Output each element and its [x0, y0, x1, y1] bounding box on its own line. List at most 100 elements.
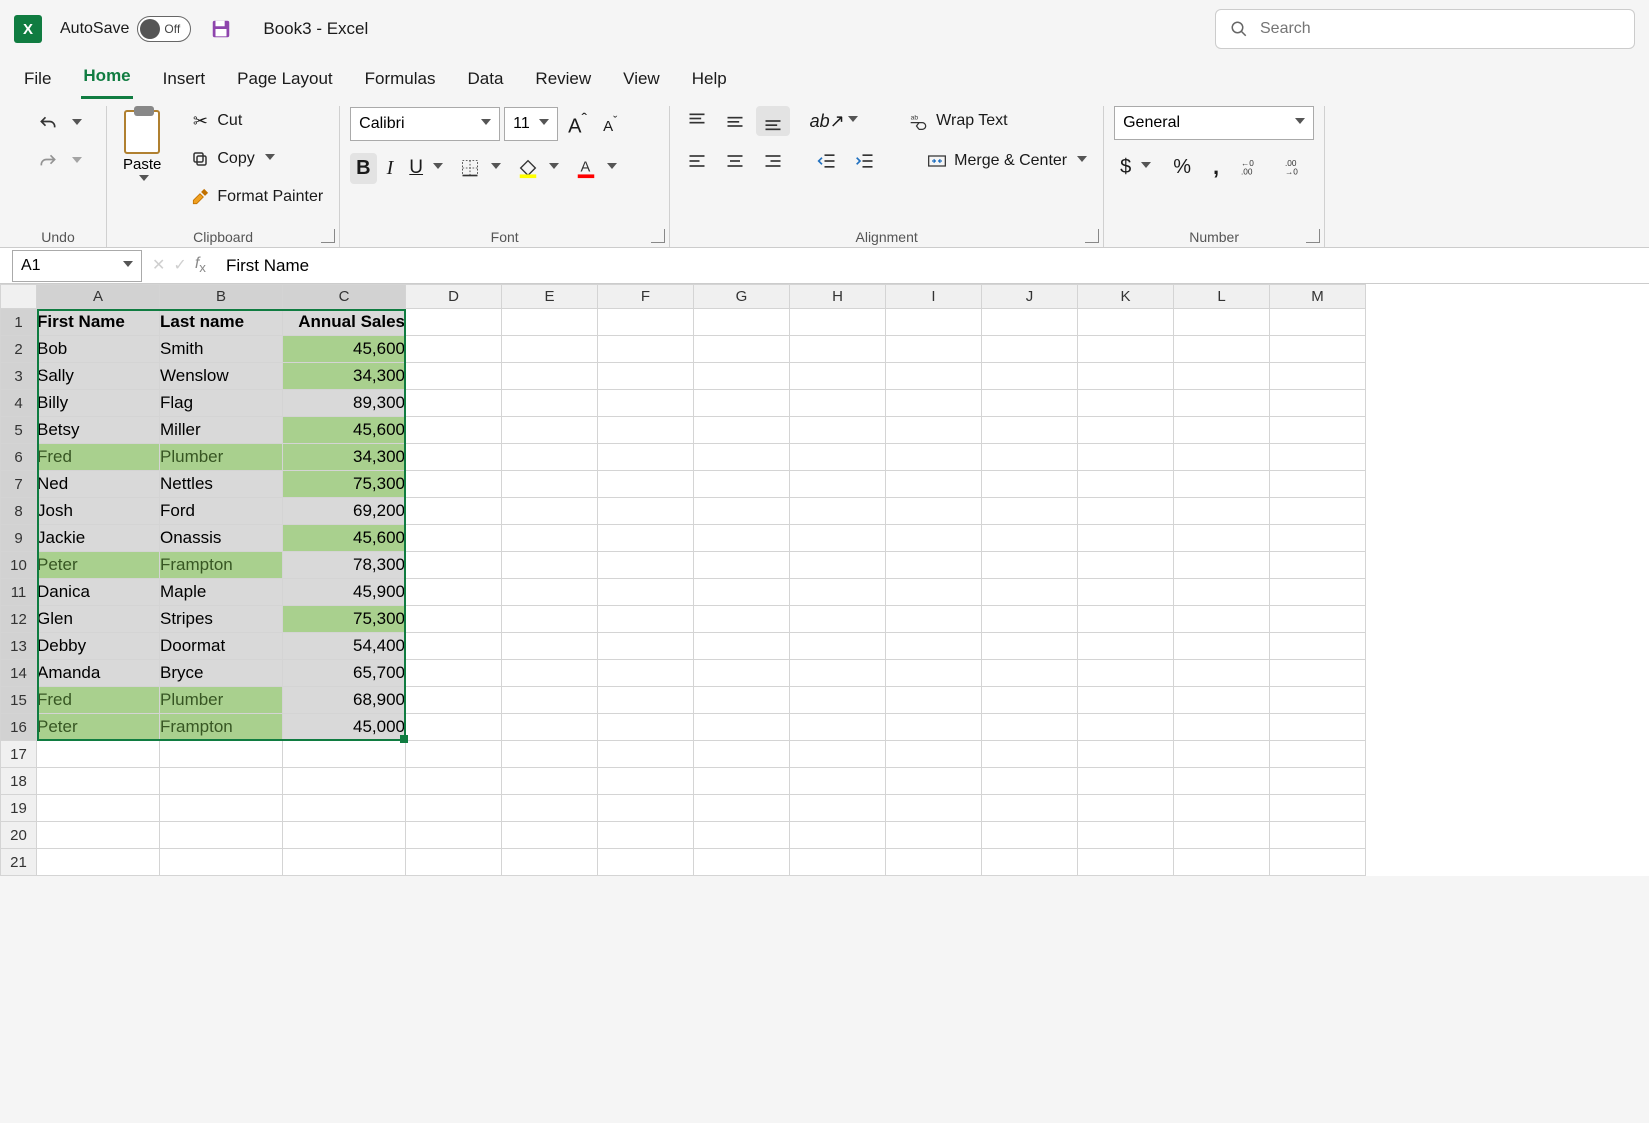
cell-H21[interactable]	[790, 849, 886, 876]
font-dialog-launcher[interactable]	[651, 229, 665, 243]
cell-I6[interactable]	[886, 444, 982, 471]
cell-F12[interactable]	[598, 606, 694, 633]
cell-J12[interactable]	[982, 606, 1078, 633]
cell-K4[interactable]	[1078, 390, 1174, 417]
row-header-20[interactable]: 20	[1, 822, 37, 849]
cell-M17[interactable]	[1270, 741, 1366, 768]
cell-I12[interactable]	[886, 606, 982, 633]
cell-K7[interactable]	[1078, 471, 1174, 498]
cell-J18[interactable]	[982, 768, 1078, 795]
cell-H18[interactable]	[790, 768, 886, 795]
cell-D13[interactable]	[406, 633, 502, 660]
cell-B9[interactable]: Onassis	[160, 525, 283, 552]
cell-G6[interactable]	[694, 444, 790, 471]
number-dialog-launcher[interactable]	[1306, 229, 1320, 243]
cancel-formula-button[interactable]: ✕	[152, 255, 165, 275]
cell-D16[interactable]	[406, 714, 502, 741]
cell-K18[interactable]	[1078, 768, 1174, 795]
cell-K8[interactable]	[1078, 498, 1174, 525]
orientation-button[interactable]: ab↗	[810, 106, 864, 136]
cell-A4[interactable]: Billy	[37, 390, 160, 417]
cell-L13[interactable]	[1174, 633, 1270, 660]
cell-M8[interactable]	[1270, 498, 1366, 525]
cell-C2[interactable]: 45,600	[283, 336, 406, 363]
cell-B1[interactable]: Last name	[160, 309, 283, 336]
row-header-4[interactable]: 4	[1, 390, 37, 417]
row-header-5[interactable]: 5	[1, 417, 37, 444]
tab-help[interactable]: Help	[690, 61, 729, 99]
cell-M7[interactable]	[1270, 471, 1366, 498]
cell-M18[interactable]	[1270, 768, 1366, 795]
cell-I3[interactable]	[886, 363, 982, 390]
cell-E17[interactable]	[502, 741, 598, 768]
cell-I19[interactable]	[886, 795, 982, 822]
cell-I11[interactable]	[886, 579, 982, 606]
column-header-B[interactable]: B	[160, 285, 283, 309]
cell-B18[interactable]	[160, 768, 283, 795]
cell-B21[interactable]	[160, 849, 283, 876]
cell-G19[interactable]	[694, 795, 790, 822]
undo-button[interactable]	[28, 110, 88, 138]
cell-M9[interactable]	[1270, 525, 1366, 552]
cell-L8[interactable]	[1174, 498, 1270, 525]
cell-J15[interactable]	[982, 687, 1078, 714]
row-header-21[interactable]: 21	[1, 849, 37, 876]
cell-C8[interactable]: 69,200	[283, 498, 406, 525]
cell-D7[interactable]	[406, 471, 502, 498]
cell-E13[interactable]	[502, 633, 598, 660]
cell-B13[interactable]: Doormat	[160, 633, 283, 660]
cell-H16[interactable]	[790, 714, 886, 741]
cell-C10[interactable]: 78,300	[283, 552, 406, 579]
row-header-12[interactable]: 12	[1, 606, 37, 633]
cell-I7[interactable]	[886, 471, 982, 498]
cell-H14[interactable]	[790, 660, 886, 687]
cell-F10[interactable]	[598, 552, 694, 579]
cell-B20[interactable]	[160, 822, 283, 849]
cell-C13[interactable]: 54,400	[283, 633, 406, 660]
column-header-L[interactable]: L	[1174, 285, 1270, 309]
row-header-19[interactable]: 19	[1, 795, 37, 822]
cell-D12[interactable]	[406, 606, 502, 633]
cell-L17[interactable]	[1174, 741, 1270, 768]
cell-B15[interactable]: Plumber	[160, 687, 283, 714]
cell-F11[interactable]	[598, 579, 694, 606]
cell-C6[interactable]: 34,300	[283, 444, 406, 471]
cell-K13[interactable]	[1078, 633, 1174, 660]
cell-C12[interactable]: 75,300	[283, 606, 406, 633]
cell-K3[interactable]	[1078, 363, 1174, 390]
cell-D1[interactable]	[406, 309, 502, 336]
cell-H11[interactable]	[790, 579, 886, 606]
column-header-F[interactable]: F	[598, 285, 694, 309]
comma-format-button[interactable]: ,	[1207, 150, 1225, 184]
cell-D5[interactable]	[406, 417, 502, 444]
select-all-corner[interactable]	[1, 285, 37, 309]
cell-J8[interactable]	[982, 498, 1078, 525]
cell-B3[interactable]: Wenslow	[160, 363, 283, 390]
cell-D20[interactable]	[406, 822, 502, 849]
cell-G21[interactable]	[694, 849, 790, 876]
cell-F1[interactable]	[598, 309, 694, 336]
borders-button[interactable]	[453, 153, 507, 183]
cell-C17[interactable]	[283, 741, 406, 768]
cell-D3[interactable]	[406, 363, 502, 390]
cell-L11[interactable]	[1174, 579, 1270, 606]
cell-M2[interactable]	[1270, 336, 1366, 363]
cell-D2[interactable]	[406, 336, 502, 363]
cell-I2[interactable]	[886, 336, 982, 363]
cell-H5[interactable]	[790, 417, 886, 444]
cell-D14[interactable]	[406, 660, 502, 687]
increase-indent-button[interactable]	[848, 146, 882, 176]
cell-E16[interactable]	[502, 714, 598, 741]
cell-H20[interactable]	[790, 822, 886, 849]
tab-data[interactable]: Data	[466, 61, 506, 99]
cell-B11[interactable]: Maple	[160, 579, 283, 606]
cell-F8[interactable]	[598, 498, 694, 525]
cell-H17[interactable]	[790, 741, 886, 768]
cell-C9[interactable]: 45,600	[283, 525, 406, 552]
cell-C5[interactable]: 45,600	[283, 417, 406, 444]
cell-C20[interactable]	[283, 822, 406, 849]
cell-A2[interactable]: Bob	[37, 336, 160, 363]
fill-color-button[interactable]	[511, 153, 565, 183]
cell-G11[interactable]	[694, 579, 790, 606]
font-name-select[interactable]: Calibri	[350, 107, 500, 141]
